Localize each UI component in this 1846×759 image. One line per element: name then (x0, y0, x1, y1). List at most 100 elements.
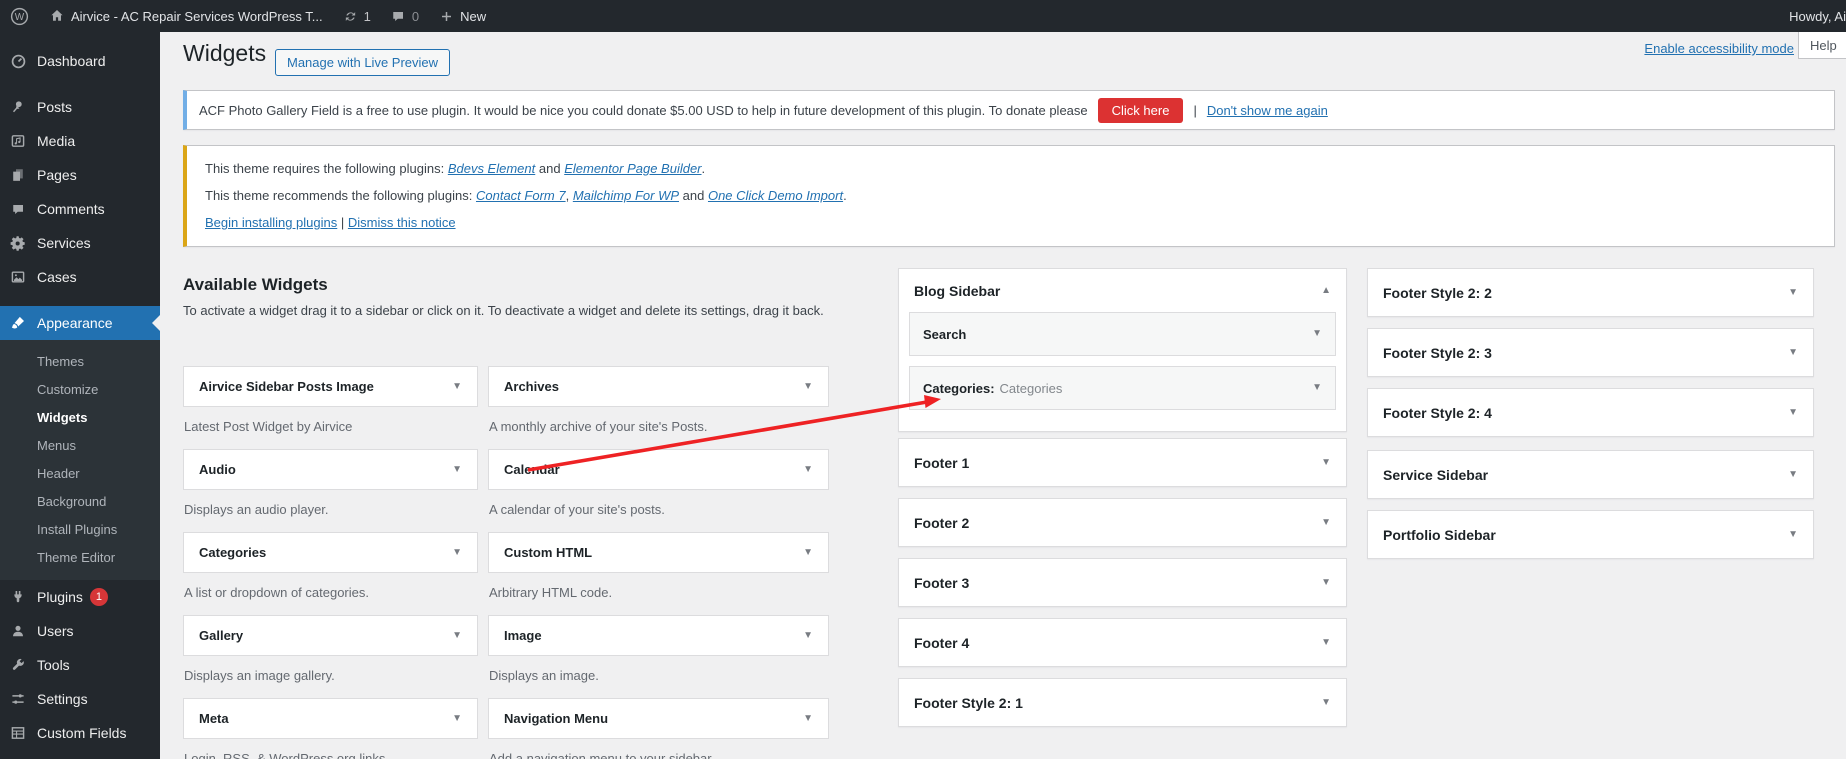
sidebar-panel-footer-3: Footer 3 ▼ (898, 558, 1347, 607)
home-icon (49, 8, 65, 24)
gear-icon (8, 235, 28, 252)
menu-item-comments[interactable]: Comments (0, 192, 160, 226)
sidebar-toggle[interactable]: Footer Style 2: 2 ▼ (1368, 269, 1813, 317)
chevron-down-icon[interactable]: ▼ (1788, 470, 1798, 480)
submenu-item-header[interactable]: Header (0, 459, 160, 487)
menu-item-appearance[interactable]: Appearance (0, 306, 160, 340)
menu-label: Users (37, 623, 74, 639)
plugins-update-badge: 1 (90, 588, 108, 606)
dismiss-notice-link[interactable]: Dismiss this notice (348, 215, 456, 230)
menu-item-custom-fields[interactable]: Custom Fields (0, 716, 160, 750)
sidebar-toggle[interactable]: Footer Style 2: 4 ▼ (1368, 389, 1813, 437)
menu-item-media[interactable]: Media (0, 124, 160, 158)
accessibility-mode-link[interactable]: Enable accessibility mode (1644, 41, 1794, 56)
chevron-down-icon[interactable]: ▼ (803, 714, 813, 724)
sidebar-toggle[interactable]: Portfolio Sidebar ▼ (1368, 511, 1813, 559)
site-link[interactable]: Airvice - AC Repair Services WordPress T… (39, 0, 333, 32)
menu-label: Custom Fields (37, 725, 126, 741)
chevron-down-icon[interactable]: ▼ (803, 465, 813, 475)
menu-item-services[interactable]: Services (0, 226, 160, 260)
chevron-down-icon[interactable]: ▼ (1321, 458, 1331, 468)
chevron-down-icon[interactable]: ▼ (452, 465, 462, 475)
menu-item-cases[interactable]: Cases (0, 260, 160, 294)
bdevs-element-link[interactable]: Bdevs Element (448, 161, 535, 176)
plus-icon (439, 9, 454, 24)
submenu-item-customize[interactable]: Customize (0, 375, 160, 403)
elementor-link[interactable]: Elementor Page Builder (564, 161, 701, 176)
menu-item-dashboard[interactable]: Dashboard (0, 44, 160, 78)
donate-click-here-button[interactable]: Click here (1098, 98, 1184, 123)
available-widget-cell: Audio ▼ Displays an audio player. (183, 449, 478, 517)
blog-sidebar-toggle[interactable]: Blog Sidebar ▲ (899, 269, 1346, 312)
sidebar-toggle[interactable]: Footer 2 ▼ (899, 499, 1346, 547)
widget-meta[interactable]: Meta ▼ (183, 698, 478, 739)
sidebar-toggle[interactable]: Footer Style 2: 1 ▼ (899, 679, 1346, 727)
plugin-actions-line: Begin installing plugins | Dismiss this … (205, 209, 1822, 236)
submenu-item-themes[interactable]: Themes (0, 347, 160, 375)
chevron-down-icon[interactable]: ▼ (803, 382, 813, 392)
sidebar-toggle[interactable]: Footer Style 2: 3 ▼ (1368, 329, 1813, 377)
submenu-item-background[interactable]: Background (0, 487, 160, 515)
chevron-down-icon[interactable]: ▼ (1788, 348, 1798, 358)
widget-gallery[interactable]: Gallery ▼ (183, 615, 478, 656)
sidebar-toggle[interactable]: Service Sidebar ▼ (1368, 451, 1813, 499)
wordpress-logo-menu[interactable]: W (0, 0, 39, 32)
widget-image[interactable]: Image ▼ (488, 615, 829, 656)
mailchimp-link[interactable]: Mailchimp For WP (573, 188, 679, 203)
menu-item-users[interactable]: Users (0, 614, 160, 648)
help-tab[interactable]: Help (1798, 32, 1846, 59)
widget-archives[interactable]: Archives ▼ (488, 366, 829, 407)
contact-form-7-link[interactable]: Contact Form 7 (476, 188, 566, 203)
wrench-icon (8, 657, 28, 673)
chevron-down-icon[interactable]: ▼ (803, 631, 813, 641)
media-icon (8, 133, 28, 149)
manage-live-preview-button[interactable]: Manage with Live Preview (275, 49, 450, 76)
widget-airvice-sidebar-posts-image[interactable]: Airvice Sidebar Posts Image ▼ (183, 366, 478, 407)
chevron-down-icon[interactable]: ▼ (1321, 578, 1331, 588)
howdy-account-menu[interactable]: Howdy, Ai (1779, 0, 1846, 32)
widget-audio[interactable]: Audio ▼ (183, 449, 478, 490)
chevron-down-icon[interactable]: ▼ (1788, 408, 1798, 418)
available-widget-cell: Airvice Sidebar Posts Image ▼ Latest Pos… (183, 366, 478, 434)
chevron-up-icon[interactable]: ▲ (1321, 286, 1331, 296)
chevron-down-icon[interactable]: ▼ (1312, 383, 1322, 393)
comment-bubble-icon (391, 9, 406, 24)
new-content-menu[interactable]: New (429, 0, 496, 32)
submenu-item-menus[interactable]: Menus (0, 431, 160, 459)
submenu-item-install-plugins[interactable]: Install Plugins (0, 515, 160, 543)
sidebar-toggle[interactable]: Footer 3 ▼ (899, 559, 1346, 607)
menu-item-posts[interactable]: Posts (0, 90, 160, 124)
dont-show-again-link[interactable]: Don't show me again (1207, 103, 1328, 118)
widget-navigation-menu[interactable]: Navigation Menu ▼ (488, 698, 829, 739)
menu-item-tools[interactable]: Tools (0, 648, 160, 682)
chevron-down-icon[interactable]: ▼ (1788, 530, 1798, 540)
sidebar-toggle[interactable]: Footer 1 ▼ (899, 439, 1346, 487)
placed-widget-categories[interactable]: Categories:Categories ▼ (909, 366, 1336, 410)
chevron-down-icon[interactable]: ▼ (1788, 288, 1798, 298)
chevron-down-icon[interactable]: ▼ (1312, 329, 1322, 339)
submenu-item-widgets[interactable]: Widgets (0, 403, 160, 431)
menu-item-plugins[interactable]: Plugins 1 (0, 580, 160, 614)
comments-menu[interactable]: 0 (381, 0, 429, 32)
sidebar-toggle[interactable]: Footer 4 ▼ (899, 619, 1346, 667)
chevron-down-icon[interactable]: ▼ (452, 714, 462, 724)
menu-item-settings[interactable]: Settings (0, 682, 160, 716)
menu-item-pages[interactable]: Pages (0, 158, 160, 192)
available-widget-cell: Navigation Menu ▼ Add a navigation menu … (488, 698, 829, 759)
widget-categories[interactable]: Categories ▼ (183, 532, 478, 573)
chevron-down-icon[interactable]: ▼ (1321, 518, 1331, 528)
demo-import-link[interactable]: One Click Demo Import (708, 188, 843, 203)
chevron-down-icon[interactable]: ▼ (803, 548, 813, 558)
widget-custom-html[interactable]: Custom HTML ▼ (488, 532, 829, 573)
chevron-down-icon[interactable]: ▼ (452, 631, 462, 641)
chevron-down-icon[interactable]: ▼ (452, 548, 462, 558)
chevron-down-icon[interactable]: ▼ (452, 382, 462, 392)
placed-widget-search[interactable]: Search ▼ (909, 312, 1336, 356)
widget-calendar[interactable]: Calendar ▼ (488, 449, 829, 490)
submenu-item-theme-editor[interactable]: Theme Editor (0, 543, 160, 571)
begin-installing-plugins-link[interactable]: Begin installing plugins (205, 215, 337, 230)
chevron-down-icon[interactable]: ▼ (1321, 638, 1331, 648)
updates-menu[interactable]: 1 (333, 0, 381, 32)
chevron-down-icon[interactable]: ▼ (1321, 698, 1331, 708)
widget-description: Latest Post Widget by Airvice (183, 419, 478, 434)
